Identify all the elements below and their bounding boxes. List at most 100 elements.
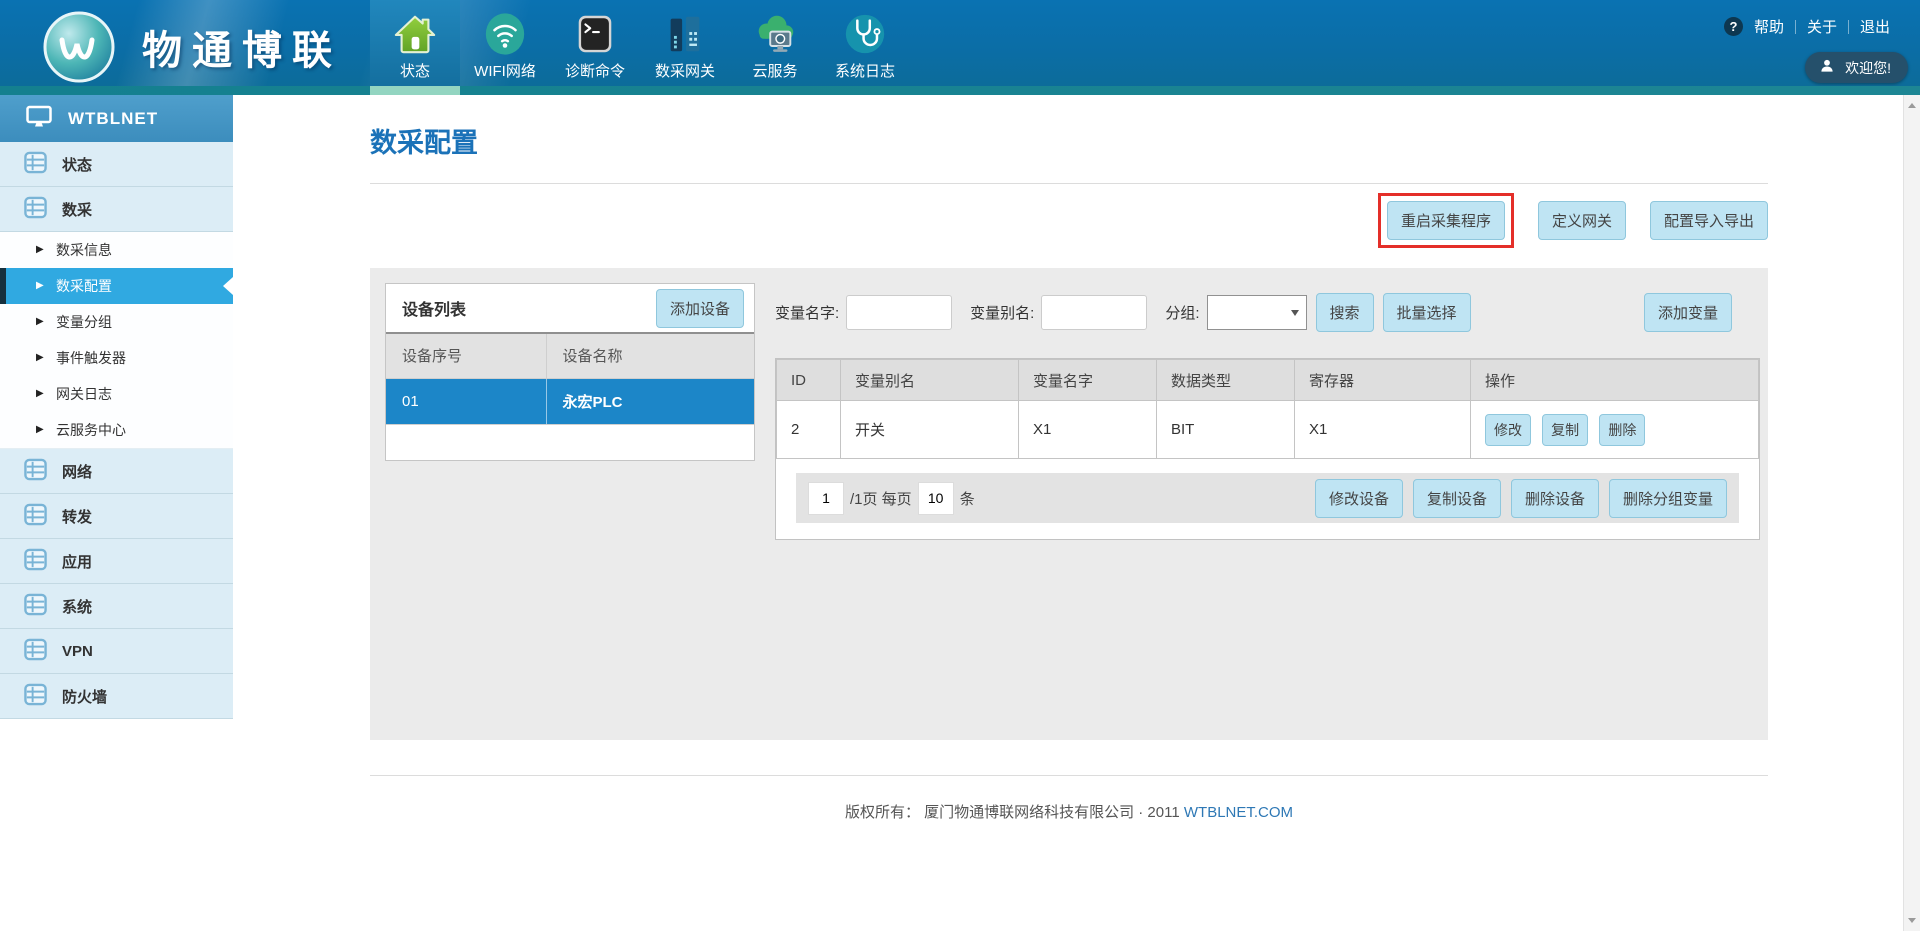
sidebar-item-vpn[interactable]: VPN	[0, 629, 233, 674]
copy-device-button[interactable]: 复制设备	[1413, 479, 1501, 518]
device-list-card: 设备列表 添加设备 设备序号 设备名称 01 永宏PLC	[385, 283, 755, 461]
delete-group-variable-button[interactable]: 删除分组变量	[1609, 479, 1727, 518]
grid-icon	[24, 683, 47, 710]
sidebar-item-label: VPN	[62, 643, 93, 660]
sidebar-item-gateway-log[interactable]: 网关日志	[0, 376, 233, 412]
sidebar-item-collection-info[interactable]: 数采信息	[0, 232, 233, 268]
sidebar-item-variable-group[interactable]: 变量分组	[0, 304, 233, 340]
column-register: 寄存器	[1295, 360, 1471, 401]
copy-row-button[interactable]: 复制	[1542, 414, 1588, 446]
caret-right-icon	[36, 425, 46, 435]
per-page-unit: 条	[960, 488, 975, 509]
sidebar-item-network[interactable]: 网络	[0, 449, 233, 494]
restart-collector-button[interactable]: 重启采集程序	[1387, 201, 1505, 240]
brand-name: 物通博联	[142, 18, 342, 76]
add-device-button[interactable]: 添加设备	[656, 289, 744, 328]
modify-row-button[interactable]: 修改	[1485, 414, 1531, 446]
per-page-input[interactable]	[918, 482, 954, 515]
about-link[interactable]: 关于	[1807, 16, 1837, 37]
delete-device-button[interactable]: 删除设备	[1511, 479, 1599, 518]
caret-right-icon	[36, 281, 46, 291]
variable-filter-bar: 变量名字: 变量别名: 分组: 搜索 批量选择 添加变量	[775, 293, 1732, 332]
sidebar-item-cloud-center[interactable]: 云服务中心	[0, 412, 233, 448]
nav-tab-wifi[interactable]: WIFI网络	[460, 0, 550, 86]
scroll-down-icon[interactable]	[1904, 912, 1920, 929]
add-variable-button[interactable]: 添加变量	[1644, 293, 1732, 332]
home-icon	[392, 11, 438, 57]
device-action-buttons: 修改设备 复制设备 删除设备 删除分组变量	[1315, 479, 1727, 518]
sidebar-item-forwarding[interactable]: 转发	[0, 494, 233, 539]
nav-tab-syslog[interactable]: 系统日志	[820, 0, 910, 86]
brand-logo: 物通博联	[42, 10, 342, 84]
page-number-input[interactable]	[808, 482, 844, 515]
sidebar-item-event-trigger[interactable]: 事件触发器	[0, 340, 233, 376]
device-list-title: 设备列表	[402, 296, 466, 320]
column-actions: 操作	[1471, 360, 1759, 401]
sidebar-header: WTBLNET	[0, 95, 233, 142]
title-divider	[370, 183, 1768, 184]
sidebar-item-label: 转发	[62, 506, 92, 527]
sidebar-subitem-label: 数采配置	[56, 276, 112, 296]
logout-link[interactable]: 退出	[1860, 16, 1890, 37]
restart-highlight-box: 重启采集程序	[1378, 193, 1514, 248]
welcome-badge[interactable]: 欢迎您!	[1805, 52, 1908, 83]
wifi-icon	[482, 11, 528, 57]
group-select[interactable]	[1207, 295, 1307, 330]
sidebar-item-label: 数采	[62, 199, 92, 220]
footer-site-link[interactable]: WTBLNET.COM	[1184, 804, 1293, 821]
nav-tab-label: 诊断命令	[565, 60, 625, 81]
link-divider	[1795, 20, 1796, 34]
device-list-header: 设备列表 添加设备	[386, 284, 754, 334]
variable-alias-input[interactable]	[1041, 295, 1147, 330]
active-tab-indicator	[370, 86, 460, 95]
nav-tab-label: 状态	[400, 60, 430, 81]
sidebar-item-label: 应用	[62, 551, 92, 572]
variable-name-input[interactable]	[846, 295, 952, 330]
config-import-export-button[interactable]: 配置导入导出	[1650, 201, 1768, 240]
column-id: ID	[777, 360, 841, 401]
sidebar-item-data-collection[interactable]: 数采	[0, 187, 233, 232]
sidebar-item-system[interactable]: 系统	[0, 584, 233, 629]
nav-tab-gateway[interactable]: 数采网关	[640, 0, 730, 86]
sidebar-item-application[interactable]: 应用	[0, 539, 233, 584]
caret-right-icon	[36, 353, 46, 363]
grid-icon	[24, 458, 47, 485]
vertical-scrollbar[interactable]	[1903, 95, 1920, 931]
sidebar-item-label: 系统	[62, 596, 92, 617]
footer: 版权所有： 厦门物通博联网络科技有限公司 · 2011 WTBLNET.COM	[370, 801, 1768, 822]
grid-icon	[24, 151, 47, 178]
main-nav: 状态 WIFI网络	[370, 0, 910, 86]
cell-alias: 开关	[841, 401, 1019, 459]
batch-select-button[interactable]: 批量选择	[1383, 293, 1471, 332]
scroll-up-icon[interactable]	[1904, 97, 1920, 114]
grid-icon	[24, 548, 47, 575]
caret-right-icon	[36, 317, 46, 327]
search-button[interactable]: 搜索	[1316, 293, 1374, 332]
column-name: 变量名字	[1019, 360, 1157, 401]
nav-tab-label: WIFI网络	[474, 60, 536, 81]
define-gateway-button[interactable]: 定义网关	[1538, 201, 1626, 240]
sidebar-item-label: 状态	[62, 154, 92, 175]
delete-row-button[interactable]: 删除	[1599, 414, 1645, 446]
cell-register: X1	[1295, 401, 1471, 459]
page-toolbar: 重启采集程序 定义网关 配置导入导出	[370, 193, 1768, 248]
modify-device-button[interactable]: 修改设备	[1315, 479, 1403, 518]
device-table: 设备序号 设备名称 01 永宏PLC	[386, 334, 754, 425]
config-panel: 设备列表 添加设备 设备序号 设备名称 01 永宏PLC	[370, 268, 1768, 740]
sidebar-submenu: 数采信息 数采配置 变量分组 事件触发器 网关日志 云服务中心	[0, 232, 233, 449]
sidebar-item-collection-config[interactable]: 数采配置	[0, 268, 233, 304]
sidebar-item-status[interactable]: 状态	[0, 142, 233, 187]
help-link[interactable]: 帮助	[1754, 16, 1784, 37]
gateway-icon	[662, 11, 708, 57]
pagination-bar: /1页 每页 条 修改设备 复制设备 删除设备 删除分组变量	[796, 473, 1739, 523]
caret-right-icon	[36, 389, 46, 399]
nav-tab-cloud[interactable]: 云服务	[730, 0, 820, 86]
sidebar-item-label: 防火墙	[62, 686, 107, 707]
sidebar-item-firewall[interactable]: 防火墙	[0, 674, 233, 719]
device-row-selected[interactable]: 01 永宏PLC	[386, 378, 754, 424]
header-links: ? 帮助 关于 退出	[1724, 16, 1890, 37]
user-icon	[1819, 58, 1835, 77]
nav-tab-status[interactable]: 状态	[370, 0, 460, 86]
nav-tab-diagnostics[interactable]: 诊断命令	[550, 0, 640, 86]
nav-tab-label: 数采网关	[655, 60, 715, 81]
